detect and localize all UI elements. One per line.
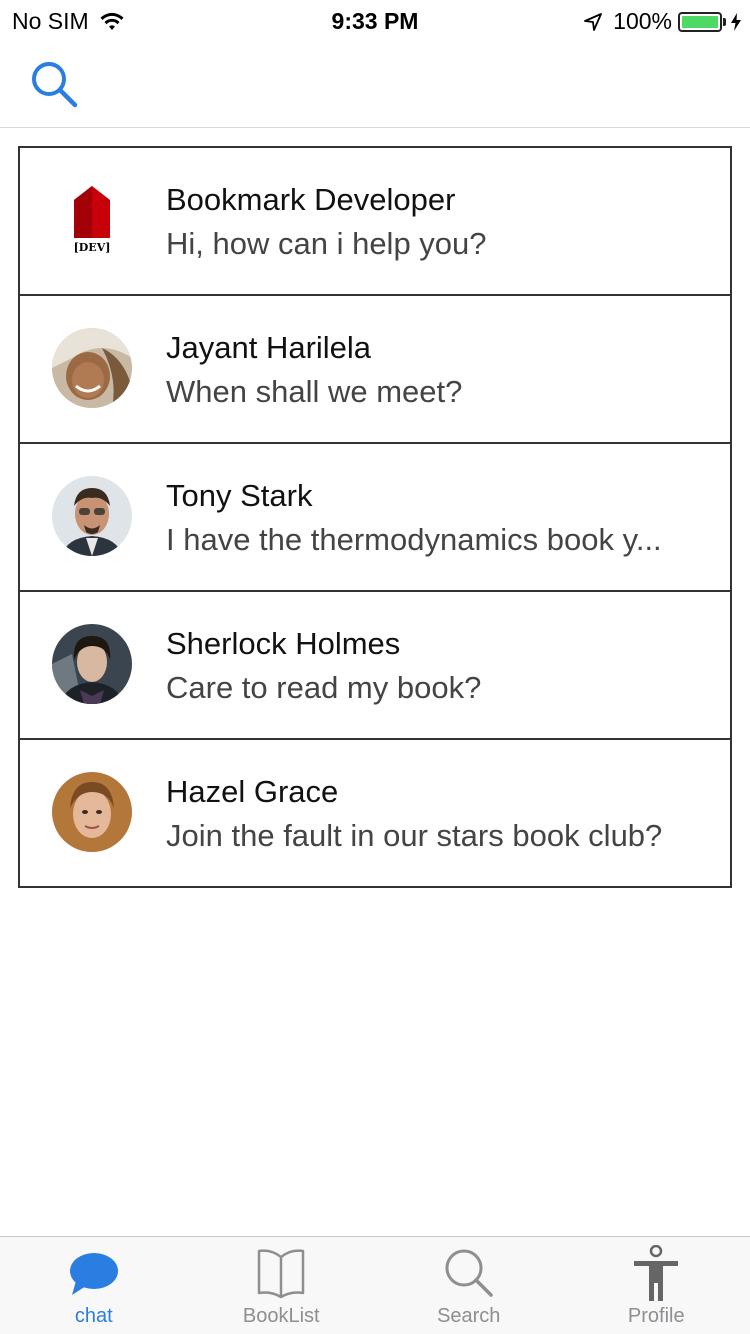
tab-bar: chat BookList Search Profile [0, 1236, 750, 1334]
chat-row-bookmark-developer[interactable]: [DEV] Bookmark Developer Hi, how can i h… [20, 148, 730, 296]
tab-booklist[interactable]: BookList [188, 1237, 376, 1334]
battery-icon [678, 11, 726, 32]
charging-bolt-icon [731, 12, 741, 31]
status-bar: No SIM 9:33 PM 100% [0, 0, 750, 40]
battery-body [678, 11, 722, 32]
avatar-photo [52, 624, 132, 704]
last-message: Care to read my book? [166, 670, 482, 705]
tab-label: BookList [242, 1305, 320, 1327]
battery-cap [723, 17, 726, 26]
contact-name: Hazel Grace [166, 774, 339, 809]
chat-row-sherlock-holmes[interactable]: Sherlock Holmes Care to read my book? [20, 592, 730, 740]
avatar [52, 328, 132, 408]
last-message: Hi, how can i help you? [166, 226, 487, 261]
nav-bar [0, 40, 750, 128]
tab-label: Search [437, 1305, 501, 1327]
avatar [52, 624, 132, 704]
chat-screen: No SIM 9:33 PM 100% [DEV] Bookmark Devel… [0, 0, 750, 1334]
book-icon [258, 1249, 305, 1299]
avatar: [DEV] [52, 180, 132, 260]
battery-fill [682, 15, 718, 28]
chat-bubble-icon [69, 1253, 118, 1295]
contact-name: Sherlock Holmes [166, 626, 401, 661]
avatar-photo [52, 772, 132, 852]
status-right: 100% [583, 8, 742, 35]
tab-label: chat [74, 1305, 113, 1327]
person-icon [634, 1245, 679, 1301]
contact-name: Jayant Harilela [166, 330, 372, 365]
tab-label: Profile [627, 1305, 685, 1327]
bookmark-logo-icon: [DEV] [52, 180, 132, 260]
last-message: When shall we meet? [166, 374, 463, 409]
avatar-photo [52, 476, 132, 556]
avatar [52, 476, 132, 556]
contact-name: Bookmark Developer [166, 182, 456, 217]
chat-row-jayant-harilela[interactable]: Jayant Harilela When shall we meet? [20, 296, 730, 444]
tab-profile[interactable]: Profile [563, 1237, 750, 1334]
search-icon [445, 1249, 493, 1297]
chat-row-tony-stark[interactable]: Tony Stark I have the thermodynamics boo… [20, 444, 730, 592]
battery-percent: 100% [613, 8, 672, 34]
chat-row-hazel-grace[interactable]: Hazel Grace Join the fault in our stars … [20, 740, 730, 886]
last-message: Join the fault in our stars book club? [166, 818, 663, 853]
tab-chat[interactable]: chat [0, 1237, 188, 1334]
last-message: I have the thermodynamics book y... [166, 522, 662, 557]
contact-name: Tony Stark [166, 478, 313, 513]
avatar [52, 772, 132, 852]
avatar-photo [52, 328, 132, 408]
location-arrow-icon [584, 12, 603, 31]
chat-list: [DEV] Bookmark Developer Hi, how can i h… [18, 146, 732, 888]
search-icon[interactable] [28, 58, 80, 110]
tab-search[interactable]: Search [375, 1237, 563, 1334]
logo-text: [DEV] [74, 241, 111, 254]
